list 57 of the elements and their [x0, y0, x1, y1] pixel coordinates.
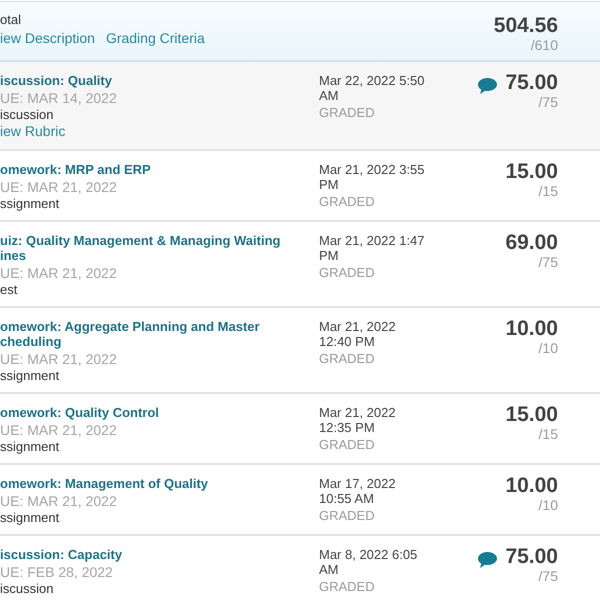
view-rubric-link[interactable]: iew Rubric — [0, 123, 66, 140]
grade-status: GRADED — [319, 104, 375, 121]
assignment-type: est — [0, 282, 18, 297]
due-date: UE: MAR 21, 2022 — [0, 179, 117, 196]
assignment-title-link[interactable]: iscussion: Quality — [0, 73, 112, 88]
total-score: 504.56 — [494, 14, 558, 37]
speech-bubble-icon[interactable] — [478, 552, 498, 568]
score: 75.00 — [505, 71, 558, 94]
assignment-type: ssignment — [0, 510, 60, 525]
points-possible: /75 — [538, 568, 558, 584]
due-date: UE: MAR 21, 2022 — [0, 422, 117, 439]
header-link[interactable]: Grading Criteria — [106, 30, 205, 47]
score: 15.00 — [505, 160, 558, 183]
assignment-title-link[interactable]: omework: Quality Control — [0, 405, 159, 420]
submission-date: Mar 21, 2022 12:40 PM — [319, 319, 397, 349]
assignment-title-link[interactable]: omework: Aggregate Planning and Master cheduling — [0, 319, 260, 349]
assignment-type: ssignment — [0, 368, 60, 383]
submission-date: Mar 21, 2022 12:35 PM — [319, 405, 397, 435]
due-date: UE: MAR 21, 2022 — [0, 265, 117, 282]
assignment-type: iscussion — [0, 107, 54, 122]
score: 15.00 — [505, 403, 558, 426]
total-label: otal — [0, 12, 21, 28]
assignment-type: ssignment — [0, 439, 60, 454]
assignment-title-link[interactable]: omework: Management of Quality — [0, 476, 208, 491]
grade-status: GRADED — [319, 507, 375, 524]
assignment-title-link[interactable]: iscussion: Capacity — [0, 547, 122, 562]
points-possible: /75 — [538, 94, 558, 110]
submission-date: Mar 21, 2022 3:55 PM — [319, 162, 426, 192]
total-points-possible: /610 — [530, 37, 558, 53]
score: 69.00 — [505, 231, 558, 254]
due-date: UE: MAR 21, 2022 — [0, 351, 117, 368]
assignment-type: iscussion — [0, 581, 54, 596]
grade-status: GRADED — [319, 350, 375, 367]
due-date: UE: FEB 28, 2022 — [0, 564, 113, 581]
assignment-title-link[interactable]: omework: MRP and ERP — [0, 162, 151, 177]
assignment-title-link[interactable]: uiz: Quality Management & Managing Waiting ines — [0, 233, 280, 263]
points-possible: /10 — [538, 497, 558, 513]
points-possible: /10 — [538, 340, 558, 356]
points-possible: /15 — [538, 426, 558, 442]
score: 10.00 — [505, 317, 558, 340]
submission-date: Mar 17, 2022 10:55 AM — [319, 476, 397, 506]
submission-date: Mar 22, 2022 5:50 AM — [319, 73, 426, 103]
submission-date: Mar 21, 2022 1:47 PM — [319, 233, 426, 263]
grade-status: GRADED — [319, 193, 375, 210]
due-date: UE: MAR 14, 2022 — [0, 90, 117, 107]
header-link[interactable]: iew Description — [0, 30, 95, 47]
due-date: UE: MAR 21, 2022 — [0, 493, 117, 510]
assignment-type: ssignment — [0, 196, 60, 211]
points-possible: /15 — [538, 183, 558, 199]
grade-status: GRADED — [319, 578, 375, 595]
submission-date: Mar 8, 2022 6:05 AM — [319, 547, 418, 577]
score: 10.00 — [505, 474, 558, 497]
points-possible: /75 — [538, 254, 558, 270]
speech-bubble-icon[interactable] — [478, 78, 498, 94]
grade-status: GRADED — [319, 436, 375, 453]
score: 75.00 — [505, 545, 558, 568]
grade-status: GRADED — [319, 264, 375, 281]
